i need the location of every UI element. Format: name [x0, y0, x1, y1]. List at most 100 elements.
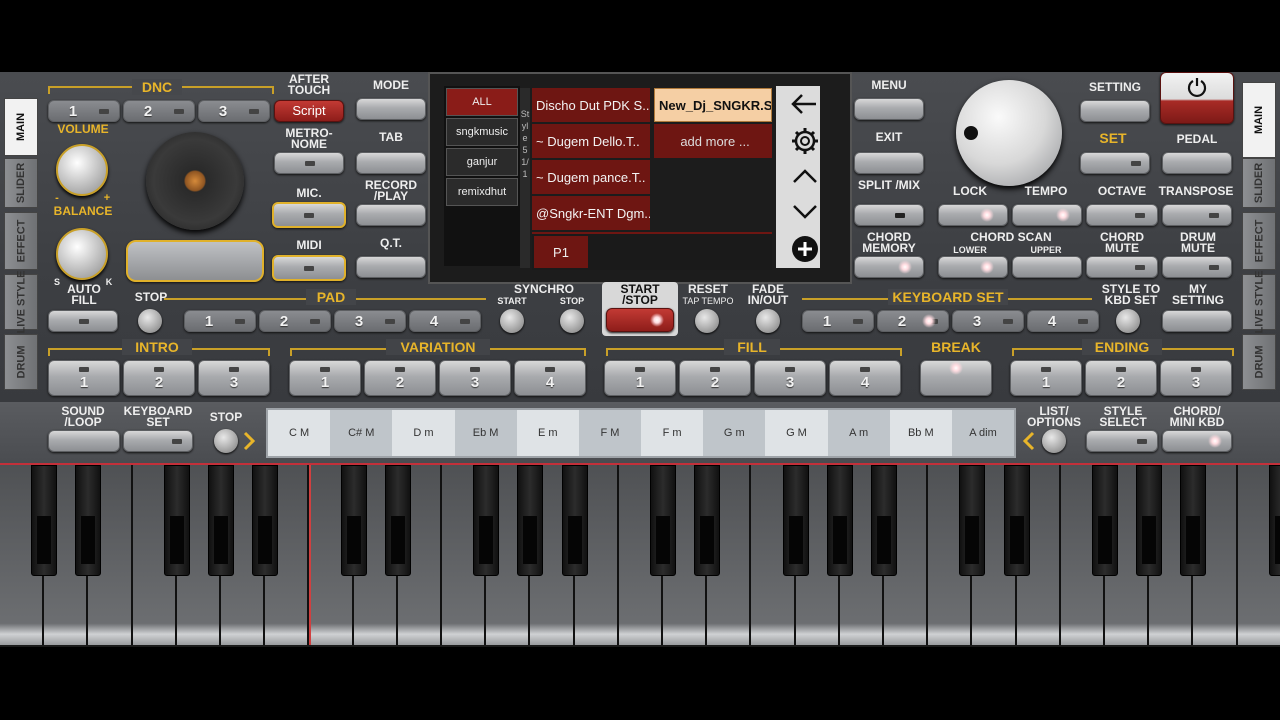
qt-button[interactable]	[356, 256, 426, 278]
intro-3-button[interactable]: 3	[198, 360, 270, 396]
ending-1-button[interactable]: 1	[1010, 360, 1082, 396]
black-key[interactable]	[561, 465, 588, 576]
gear-icon[interactable]	[790, 126, 820, 156]
style-select-button[interactable]	[1086, 430, 1158, 452]
black-key[interactable]	[252, 465, 279, 576]
chord-button[interactable]: Eb M	[454, 410, 517, 456]
black-key[interactable]	[340, 465, 367, 576]
chord-button[interactable]: G M	[765, 410, 828, 456]
chord-button[interactable]: E m	[516, 410, 579, 456]
chord-mute-button[interactable]	[1086, 256, 1158, 278]
black-key[interactable]	[1003, 465, 1030, 576]
chord-stop-button[interactable]	[214, 429, 238, 453]
chevron-right-icon[interactable]	[242, 430, 256, 452]
display-slot[interactable]	[126, 240, 264, 282]
black-key[interactable]	[163, 465, 190, 576]
chord-scan-lower-button[interactable]	[938, 256, 1008, 278]
black-key[interactable]	[871, 465, 897, 576]
tab-effect-left[interactable]: EFFECT	[4, 212, 38, 270]
sound-loop-button[interactable]	[48, 430, 120, 452]
add-more-button[interactable]: add more ...	[654, 124, 772, 158]
black-key[interactable]	[826, 465, 853, 576]
category-sngkmusic[interactable]: sngkmusic	[446, 118, 518, 146]
ending-3-button[interactable]: 3	[1160, 360, 1232, 396]
style-item-3[interactable]: ~ Dugem pance.T..	[532, 160, 650, 194]
lock-button[interactable]	[938, 204, 1008, 226]
synchro-start-button[interactable]	[500, 309, 524, 333]
kbd-set-4-button[interactable]: 4	[1027, 310, 1099, 332]
tab-main-left[interactable]: MAIN	[4, 98, 38, 156]
tab-drum-right[interactable]: DRUM	[1242, 334, 1276, 390]
tab-main-right[interactable]: MAIN	[1242, 82, 1276, 158]
fill-4-button[interactable]: 4	[829, 360, 901, 396]
black-key[interactable]	[517, 465, 544, 576]
style-item-1[interactable]: Discho Dut PDK S..	[532, 88, 650, 122]
list-options-button[interactable]	[1042, 429, 1066, 453]
drum-mute-button[interactable]	[1162, 256, 1232, 278]
octave-button[interactable]	[1086, 204, 1158, 226]
script-button[interactable]: Script	[274, 100, 344, 122]
fade-button[interactable]	[756, 309, 780, 333]
chord-button[interactable]: Bb M	[889, 410, 952, 456]
black-key[interactable]	[31, 465, 58, 576]
black-key[interactable]	[1092, 465, 1118, 576]
reset-tap-button[interactable]	[695, 309, 719, 333]
mic-button[interactable]	[272, 202, 346, 228]
split-mix-button[interactable]	[854, 204, 924, 226]
mode-button[interactable]	[356, 98, 426, 120]
black-key[interactable]	[473, 465, 500, 576]
kbd-set-3-button[interactable]: 3	[952, 310, 1024, 332]
kbd-set-2-button[interactable]: 2	[877, 310, 949, 332]
black-key[interactable]	[1268, 465, 1280, 576]
record-play-button[interactable]	[356, 204, 426, 226]
black-key[interactable]	[1180, 465, 1207, 576]
ending-2-button[interactable]: 2	[1085, 360, 1157, 396]
category-ganjur[interactable]: ganjur	[446, 148, 518, 176]
dnc-3-button[interactable]: 3	[198, 100, 270, 122]
volume-knob[interactable]	[56, 144, 108, 196]
chord-memory-button[interactable]	[854, 256, 924, 278]
tab-live-style-left[interactable]: LIVE STYLE	[4, 271, 38, 333]
intro-1-button[interactable]: 1	[48, 360, 120, 396]
chord-button[interactable]: C# M	[330, 410, 393, 456]
black-key[interactable]	[959, 465, 986, 576]
category-all[interactable]: ALL	[446, 88, 518, 116]
pedal-button[interactable]	[1162, 152, 1232, 174]
pad-2-button[interactable]: 2	[259, 310, 331, 332]
style-item-4[interactable]: @Sngkr-ENT Dgm..	[532, 196, 650, 230]
my-setting-button[interactable]	[1162, 310, 1232, 332]
tab-button[interactable]	[356, 152, 426, 174]
metronome-button[interactable]	[274, 152, 344, 174]
page-indicator[interactable]: P1	[534, 236, 588, 268]
chord-button[interactable]: A dim	[951, 410, 1015, 456]
intro-2-button[interactable]: 2	[123, 360, 195, 396]
add-icon[interactable]	[790, 234, 820, 264]
tab-slider-right[interactable]: SLIDER	[1242, 158, 1276, 208]
black-key[interactable]	[1136, 465, 1163, 576]
chord-button[interactable]: A m	[827, 410, 890, 456]
keyboard-set-bottom-button[interactable]	[123, 430, 193, 452]
black-key[interactable]	[208, 465, 234, 576]
tab-live-style-right[interactable]: LIVE STYLE	[1242, 271, 1276, 333]
set-button[interactable]	[1080, 152, 1150, 174]
black-key[interactable]	[75, 465, 102, 576]
tab-effect-right[interactable]: EFFECT	[1242, 212, 1276, 270]
pad-3-button[interactable]: 3	[334, 310, 406, 332]
chevron-up-icon[interactable]	[792, 168, 818, 184]
back-arrow-icon[interactable]	[790, 92, 818, 116]
dnc-2-button[interactable]: 2	[123, 100, 195, 122]
tab-drum-left[interactable]: DRUM	[4, 334, 38, 390]
category-remixdhut[interactable]: remixdhut	[446, 178, 518, 206]
chord-button[interactable]: F M	[578, 410, 642, 456]
midi-button[interactable]	[272, 255, 346, 281]
synchro-stop-button[interactable]	[560, 309, 584, 333]
transpose-button[interactable]	[1162, 204, 1232, 226]
variation-1-button[interactable]: 1	[289, 360, 361, 396]
chord-button[interactable]: D m	[392, 410, 455, 456]
chord-button[interactable]: F m	[641, 410, 704, 456]
menu-button[interactable]	[854, 98, 924, 120]
variation-4-button[interactable]: 4	[514, 360, 586, 396]
black-key[interactable]	[650, 465, 676, 576]
style-to-kbd-button[interactable]	[1116, 309, 1140, 333]
auto-fill-button[interactable]	[48, 310, 118, 332]
